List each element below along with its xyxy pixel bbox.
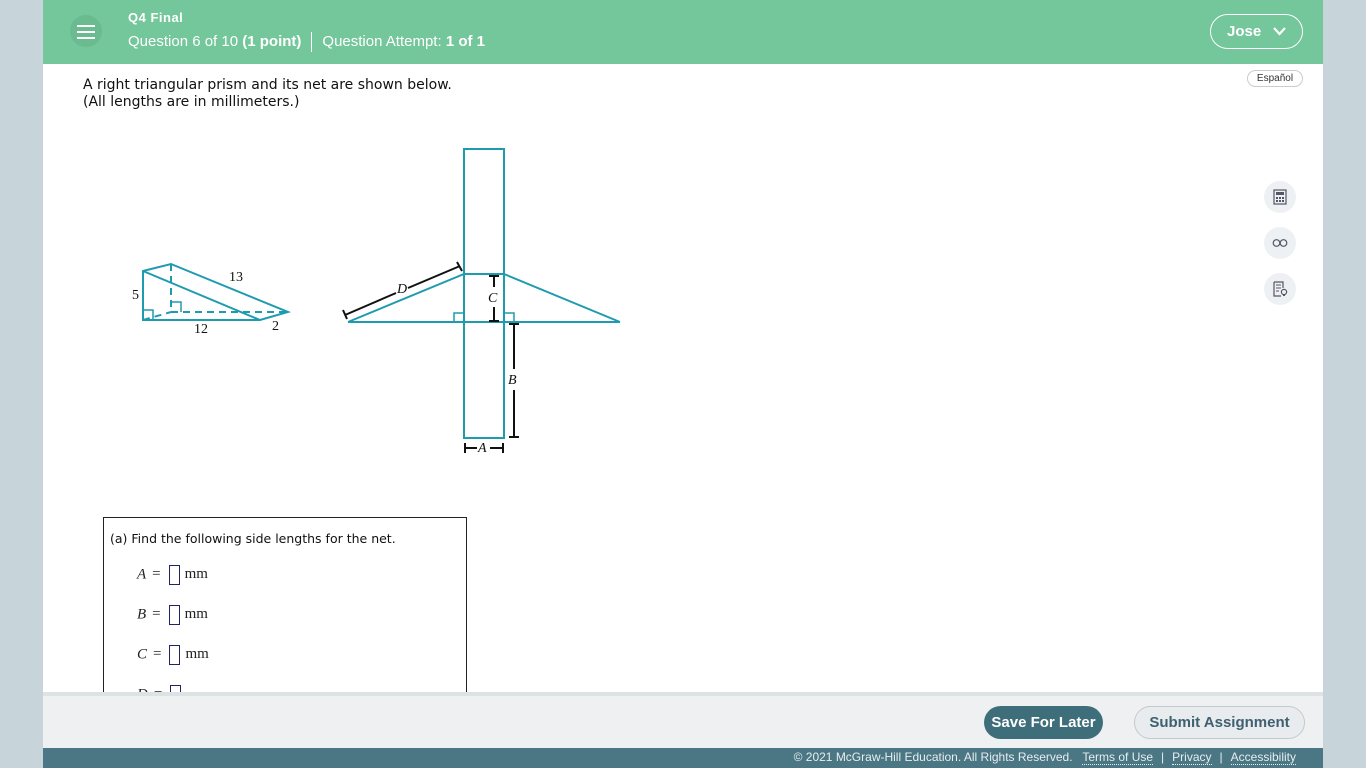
label-hypotenuse: 13 — [229, 270, 243, 285]
copyright-bar: © 2021 McGraw-Hill Education. All Rights… — [43, 748, 1323, 768]
answer-row-a: A = mm — [137, 565, 208, 585]
answer-row-b: B = mm — [137, 605, 208, 625]
equals: = — [153, 646, 162, 663]
submit-assignment-button[interactable]: Submit Assignment — [1134, 706, 1305, 739]
var-label: A — [137, 566, 147, 583]
espanol-button[interactable]: Español — [1247, 70, 1303, 87]
footer-actions: Save For Later Submit Assignment — [43, 692, 1323, 748]
label-B: B — [508, 373, 517, 388]
label-C: C — [488, 291, 498, 306]
answer-row-c: C = mm — [137, 645, 209, 665]
prism-diagram: 5 13 12 2 D C B A — [132, 148, 621, 456]
assignment-title: Q4 Final — [128, 10, 184, 25]
label-height: 5 — [132, 288, 139, 303]
answer-b-input[interactable] — [168, 605, 180, 625]
glasses-icon — [1272, 239, 1288, 247]
label-D: D — [396, 282, 407, 297]
header: Q4 Final Question 6 of 10 (1 point) Quest… — [43, 0, 1323, 64]
unit: mm — [185, 646, 209, 663]
question-number: Question 6 of 10 — [128, 32, 239, 50]
var-label: C — [137, 646, 148, 663]
prism-solid-edges — [142, 262, 292, 321]
attempt-value: 1 of 1 — [445, 32, 485, 50]
divider — [311, 32, 313, 52]
equals: = — [152, 566, 161, 583]
menu-button[interactable] — [70, 15, 102, 47]
hamburger-icon-line — [77, 37, 95, 39]
accessibility-link[interactable]: Accessibility — [1230, 750, 1296, 765]
user-menu-button[interactable]: Jose — [1210, 14, 1303, 49]
answer-a-input[interactable] — [168, 565, 180, 585]
copyright-text: © 2021 McGraw-Hill Education. All Rights… — [793, 750, 1073, 764]
calculator-button[interactable] — [1264, 181, 1296, 213]
question-prompt: A right triangular prism and its net are… — [83, 77, 452, 111]
prism-hidden-edges — [142, 264, 288, 321]
answer-prompt: (a) Find the following side lengths for … — [110, 531, 396, 546]
answer-panel: (a) Find the following side lengths for … — [103, 517, 467, 707]
question-points: (1 point) — [242, 32, 302, 50]
question-info: Question 6 of 10 (1 point) Question Attem… — [128, 32, 485, 52]
var-label: B — [137, 606, 147, 623]
app: Q4 Final Question 6 of 10 (1 point) Quest… — [43, 0, 1323, 768]
hamburger-icon-line — [77, 31, 95, 33]
net-triangles — [347, 273, 621, 323]
attempt-label: Question Attempt: — [322, 32, 442, 50]
hint-icon — [1273, 281, 1288, 297]
label-depth: 2 — [272, 319, 279, 334]
label-base: 12 — [194, 322, 208, 337]
hamburger-icon — [77, 25, 95, 27]
answer-c-input[interactable] — [169, 645, 181, 665]
label-A: A — [477, 441, 487, 456]
equals: = — [152, 606, 161, 623]
unit: mm — [184, 566, 208, 583]
prompt-line: A right triangular prism and its net are… — [83, 77, 452, 93]
terms-link[interactable]: Terms of Use — [1082, 750, 1154, 765]
calculator-icon — [1273, 189, 1287, 205]
unit: mm — [184, 606, 208, 623]
privacy-link[interactable]: Privacy — [1172, 750, 1212, 765]
hint-button[interactable] — [1264, 273, 1296, 305]
save-for-later-button[interactable]: Save For Later — [984, 706, 1103, 739]
prompt-line: (All lengths are in millimeters.) — [83, 94, 300, 110]
net-rectangle — [463, 148, 505, 439]
chevron-down-icon — [1273, 27, 1286, 36]
reader-button[interactable] — [1264, 227, 1296, 259]
user-name: Jose — [1227, 23, 1262, 40]
